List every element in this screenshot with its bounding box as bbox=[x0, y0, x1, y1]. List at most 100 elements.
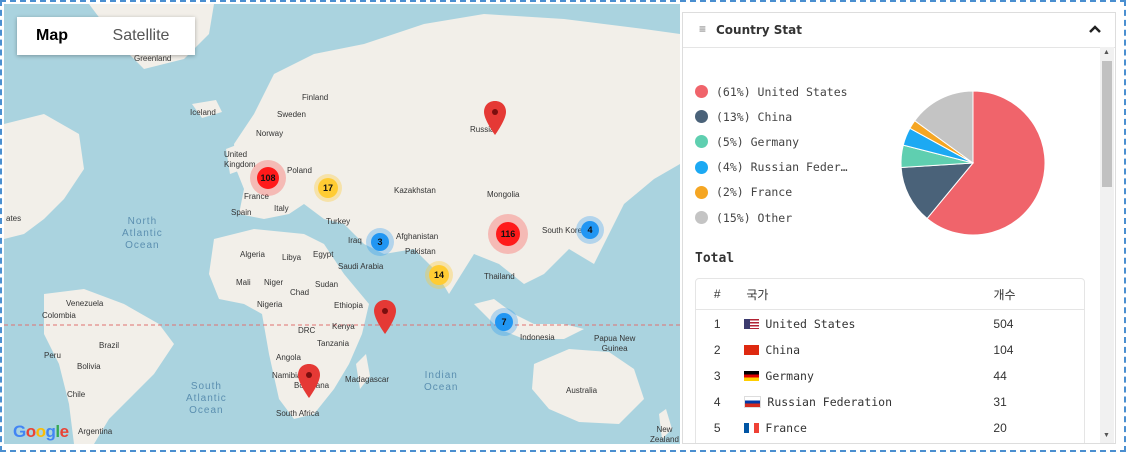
table-row[interactable]: 3 Germany 44 bbox=[696, 363, 1084, 389]
row-count: 504 bbox=[993, 317, 1014, 331]
map-label-venezuela: Venezuela bbox=[66, 299, 104, 308]
chevron-up-icon[interactable] bbox=[1085, 19, 1105, 39]
legend-item[interactable]: (4%) Russian Feder… bbox=[695, 155, 848, 180]
row-country: United States bbox=[738, 317, 979, 331]
cluster-count: 14 bbox=[429, 265, 449, 285]
map-label-indonesia: Indonesia bbox=[520, 333, 555, 342]
ocean-south-atlantic: South Atlantic Ocean bbox=[186, 381, 227, 416]
legend-dot bbox=[695, 211, 708, 225]
map-label-states: ates bbox=[6, 214, 22, 223]
map-type-map-button[interactable]: Map bbox=[17, 17, 87, 55]
country-table: # 국가 개수 1 United States 504 2 China 104 3 Germa… bbox=[695, 278, 1085, 443]
map-label-kenya: Kenya bbox=[332, 322, 355, 331]
country-name: Germany bbox=[765, 369, 814, 383]
country-name: Russian Federation bbox=[767, 395, 893, 409]
row-count: 44 bbox=[993, 369, 1007, 383]
flag-icon bbox=[744, 345, 760, 355]
map-label-saudi-arabia: Saudi Arabia bbox=[338, 262, 384, 271]
map-pin-russia[interactable] bbox=[484, 101, 506, 135]
map-label-brazil: Brazil bbox=[99, 341, 120, 350]
map-label-italy: Italy bbox=[274, 204, 289, 213]
map-label-algeria: Algeria bbox=[240, 250, 265, 259]
legend-dot bbox=[695, 85, 708, 99]
cluster-count: 116 bbox=[496, 222, 520, 246]
google-logo-letter: G bbox=[13, 422, 26, 441]
country-name: France bbox=[765, 421, 807, 435]
map-label-niger: Niger bbox=[264, 278, 284, 287]
google-logo-letter: g bbox=[45, 422, 56, 441]
map-label-chad: Chad bbox=[290, 288, 310, 297]
flag-icon bbox=[744, 371, 760, 381]
country-name: United States bbox=[765, 317, 856, 331]
ocean-indian: Indian Ocean bbox=[424, 370, 459, 393]
legend-item[interactable]: (5%) Germany bbox=[695, 129, 848, 154]
legend-label: (13%) China bbox=[716, 109, 793, 124]
google-logo: Google bbox=[13, 422, 69, 442]
map-label-iceland: Iceland bbox=[190, 108, 216, 117]
legend-dot bbox=[695, 185, 708, 199]
map-label-pakistan: Pakistan bbox=[405, 247, 436, 256]
legend-label: (2%) France bbox=[716, 185, 793, 200]
legend-dot bbox=[695, 160, 708, 174]
map-label-bolivia: Bolivia bbox=[77, 362, 101, 371]
map-label-sudan: Sudan bbox=[315, 280, 339, 289]
map-label-colombia: Colombia bbox=[42, 311, 76, 320]
map-label-greenland: Greenland bbox=[134, 54, 172, 63]
panel-title: Country Stat bbox=[716, 23, 803, 37]
map-label-nigeria: Nigeria bbox=[257, 300, 283, 309]
legend-item[interactable]: (2%) France bbox=[695, 180, 848, 205]
legend-dot bbox=[695, 135, 708, 149]
flag-icon bbox=[744, 396, 762, 408]
cluster-marker-europe[interactable]: 108 bbox=[250, 160, 286, 196]
table-row[interactable]: 1 United States 504 bbox=[696, 311, 1084, 337]
header-num: # bbox=[713, 287, 721, 301]
row-country: France bbox=[738, 421, 979, 435]
legend-item[interactable]: (13%) China bbox=[695, 104, 848, 129]
map-label-south-africa: South Africa bbox=[276, 409, 320, 418]
map-label-mongolia: Mongolia bbox=[487, 190, 520, 199]
menu-icon[interactable]: ≡ bbox=[699, 22, 706, 36]
map-label-thailand: Thailand bbox=[484, 272, 515, 281]
cluster-marker-china[interactable]: 116 bbox=[488, 214, 528, 254]
legend-item[interactable]: (15%) Other bbox=[695, 205, 848, 230]
header-count: 개수 bbox=[993, 287, 1016, 302]
cluster-marker-korea[interactable]: 4 bbox=[576, 216, 604, 244]
map-label-papua: Papua New Guinea bbox=[594, 334, 636, 353]
scrollbar[interactable]: ▲ ▼ bbox=[1100, 47, 1114, 443]
world-map[interactable]: Map Satellite Greenland Iceland Finland … bbox=[4, 4, 680, 444]
legend-item[interactable]: (61%) United States bbox=[695, 79, 848, 104]
row-num: 3 bbox=[713, 369, 721, 383]
map-pin-indian-ocean[interactable] bbox=[374, 300, 396, 334]
google-logo-letter: o bbox=[25, 422, 36, 441]
cluster-marker-east-europe[interactable]: 17 bbox=[314, 174, 342, 202]
map-label-afghanistan: Afghanistan bbox=[396, 232, 439, 241]
app-frame: Map Satellite Greenland Iceland Finland … bbox=[0, 0, 1126, 452]
row-count: 104 bbox=[993, 343, 1014, 357]
cluster-marker-indonesia[interactable]: 7 bbox=[490, 308, 518, 336]
scrollbar-thumb[interactable] bbox=[1102, 61, 1112, 187]
map-label-madagascar: Madagascar bbox=[345, 375, 390, 384]
cluster-count: 7 bbox=[495, 313, 513, 331]
pie-legend: (61%) United States (13%) China (5%) Germa… bbox=[695, 79, 848, 230]
map-type-satellite-button[interactable]: Satellite bbox=[87, 17, 195, 55]
table-row[interactable]: 5 France 20 bbox=[696, 415, 1084, 441]
map-label-iraq: Iraq bbox=[348, 236, 362, 245]
map-label-mali: Mali bbox=[236, 278, 251, 287]
scroll-up-arrow[interactable]: ▲ bbox=[1103, 49, 1110, 56]
row-num: 5 bbox=[713, 421, 721, 435]
cluster-marker-india[interactable]: 14 bbox=[425, 261, 453, 289]
row-num: 2 bbox=[713, 343, 721, 357]
table-row[interactable]: 2 China 104 bbox=[696, 337, 1084, 363]
table-row[interactable]: 4 Russian Federation 31 bbox=[696, 389, 1084, 415]
google-logo-letter: o bbox=[35, 422, 46, 441]
map-label-argentina: Argentina bbox=[78, 427, 113, 436]
cluster-count: 4 bbox=[581, 221, 599, 239]
map-label-drc: DRC bbox=[298, 326, 316, 335]
scroll-down-arrow[interactable]: ▼ bbox=[1103, 432, 1110, 439]
map-label-norway: Norway bbox=[256, 129, 284, 138]
map-pin-botswana[interactable] bbox=[298, 364, 320, 398]
table-header: # 국가 개수 bbox=[696, 279, 1084, 310]
header-country: 국가 bbox=[746, 287, 769, 302]
ocean-north-atlantic: North Atlantic Ocean bbox=[122, 216, 163, 251]
cluster-marker-middle-east[interactable]: 3 bbox=[366, 228, 394, 256]
